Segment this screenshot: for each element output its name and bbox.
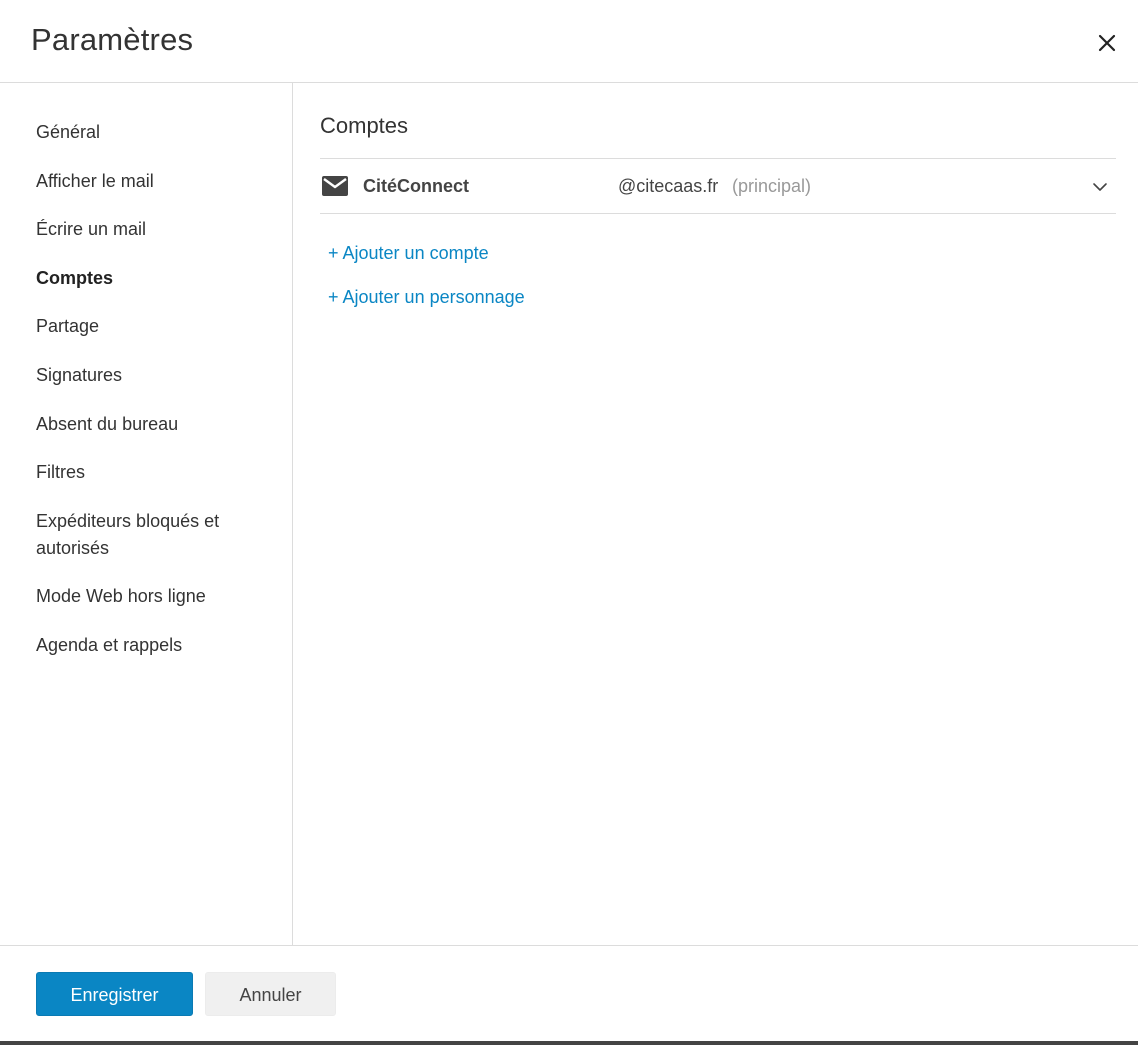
settings-dialog: Paramètres Général Afficher le mail Écri…	[0, 0, 1138, 1045]
mail-icon	[322, 176, 348, 196]
sidebar-item-mode-web-hors-ligne[interactable]: Mode Web hors ligne	[36, 583, 266, 610]
settings-sidebar: Général Afficher le mail Écrire un mail …	[0, 83, 293, 945]
dialog-footer: Enregistrer Annuler	[0, 945, 1138, 1041]
sidebar-item-signatures[interactable]: Signatures	[36, 362, 266, 389]
account-primary-tag: (principal)	[732, 176, 812, 196]
sidebar-item-agenda-et-rappels[interactable]: Agenda et rappels	[36, 632, 266, 659]
close-button[interactable]	[1096, 32, 1118, 54]
section-title: Comptes	[320, 113, 409, 138]
account-email: @citecaas.fr	[618, 176, 719, 196]
cancel-button[interactable]: Annuler	[205, 972, 336, 1016]
account-row[interactable]: CitéConnect @citecaas.fr (principal)	[320, 158, 1116, 214]
sidebar-item-comptes[interactable]: Comptes	[36, 265, 266, 292]
add-account-link[interactable]: + Ajouter un compte	[328, 243, 489, 264]
sidebar-item-absent-du-bureau[interactable]: Absent du bureau	[36, 411, 266, 438]
sidebar-item-afficher-le-mail[interactable]: Afficher le mail	[36, 168, 266, 195]
close-icon	[1098, 34, 1116, 52]
sidebar-item-general[interactable]: Général	[36, 119, 266, 146]
chevron-down-icon[interactable]	[1092, 179, 1108, 195]
sidebar-item-ecrire-un-mail[interactable]: Écrire un mail	[36, 216, 266, 243]
sidebar-item-filtres[interactable]: Filtres	[36, 459, 266, 486]
dialog-header: Paramètres	[0, 0, 1138, 83]
dialog-title: Paramètres	[31, 22, 194, 57]
sidebar-item-expediteurs[interactable]: Expéditeurs bloqués et autorisés	[36, 508, 236, 562]
account-name: CitéConnect	[363, 176, 470, 196]
sidebar-item-partage[interactable]: Partage	[36, 313, 266, 340]
add-persona-link[interactable]: + Ajouter un personnage	[328, 287, 525, 308]
save-button[interactable]: Enregistrer	[36, 972, 193, 1016]
settings-content: Comptes CitéConnect @citecaas.fr (princi…	[294, 83, 1138, 945]
